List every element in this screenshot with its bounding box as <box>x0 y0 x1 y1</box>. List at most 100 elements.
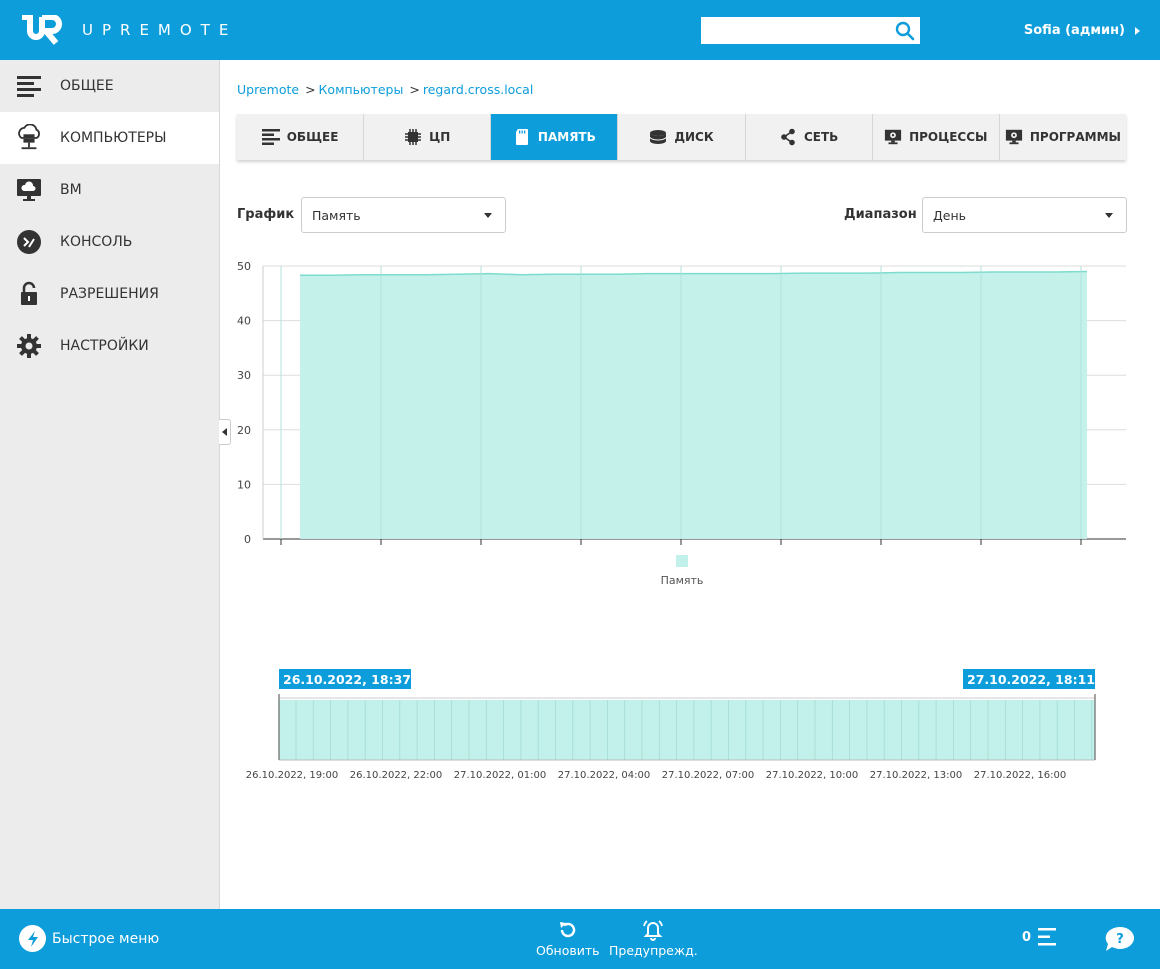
y-tick-label: 0 <box>244 533 251 546</box>
navigator-tick-label: 26.10.2022, 22:00 <box>350 770 442 781</box>
range-navigator[interactable]: 26.10.2022, 18:37 27.10.2022, 18:11 26.10.… <box>237 660 1127 790</box>
range-label: Диапазон <box>844 207 917 222</box>
tab-general[interactable]: ОБЩЕЕ <box>237 114 365 160</box>
memory-area <box>300 271 1087 539</box>
tab-cpu[interactable]: ЦП <box>364 114 492 160</box>
sidebar: ОБЩЕЕ КОМПЬЮТЕРЫ ВМ КОНСОЛЬ РАЗРЕШЕНИЯ Н… <box>0 60 220 909</box>
search-input[interactable] <box>701 17 891 44</box>
user-menu[interactable]: Sofia (админ) <box>1024 23 1140 38</box>
range-end-label: 27.10.2022, 18:11 <box>967 672 1095 687</box>
sidebar-item-label: РАЗРЕШЕНИЯ <box>60 286 159 302</box>
sidebar-item-permissions[interactable]: РАЗРЕШЕНИЯ <box>0 268 219 320</box>
chevron-down-icon <box>1105 213 1113 218</box>
sidebar-item-label: КОМПЬЮТЕРЫ <box>60 130 167 146</box>
graph-select-value: Память <box>312 207 361 223</box>
tab-network[interactable]: СЕТЬ <box>745 114 873 160</box>
tab-bar: ОБЩЕЕ ЦП ПАМЯТЬ ДИСК СЕТЬ ПРОЦЕССЫ ПРОГР… <box>237 114 1126 160</box>
list-icon <box>16 73 42 99</box>
breadcrumb-separator: > <box>409 82 420 97</box>
refresh-label: Обновить <box>536 943 600 958</box>
lightning-icon <box>19 925 46 952</box>
sidebar-item-label: ОБЩЕЕ <box>60 78 114 94</box>
sidebar-collapse-button[interactable] <box>219 419 231 445</box>
logo[interactable]: UPREMOTE <box>20 15 237 45</box>
memory-chart: 0 10 20 30 40 50 Память <box>237 260 1126 587</box>
alerts-label: Предупрежд. <box>609 943 698 958</box>
chip-icon <box>404 128 422 146</box>
refresh-icon <box>559 922 575 938</box>
tab-label: СЕТЬ <box>803 130 839 144</box>
navigator-tick-label: 26.10.2022, 19:00 <box>246 770 338 781</box>
user-name: Sofia (админ) <box>1023 23 1125 38</box>
navigator-tick-label: 27.10.2022, 16:00 <box>974 770 1066 781</box>
monitor-cloud-icon <box>16 177 42 203</box>
sidebar-item-label: ВМ <box>60 182 82 198</box>
tab-label: ПРОЦЕССЫ <box>909 130 988 144</box>
tab-label: ОБЩЕЕ <box>286 130 339 144</box>
tab-label: ПАМЯТЬ <box>537 130 596 144</box>
notification-count: 0 <box>1022 930 1032 945</box>
memory-card-icon <box>513 128 531 146</box>
bottom-bar: Быстрое меню Обновить Предупрежд. 0 ? <box>0 909 1160 969</box>
graph-label: График <box>237 207 295 222</box>
terminal-icon <box>16 229 42 255</box>
caret-right-icon <box>1135 26 1140 35</box>
sidebar-item-vm[interactable]: ВМ <box>0 164 219 216</box>
breadcrumb-link-host[interactable]: regard.cross.local <box>423 82 534 97</box>
legend-swatch <box>676 555 688 567</box>
bell-icon <box>643 920 664 941</box>
quick-menu-label: Быстрое меню <box>52 930 160 947</box>
tab-label: ДИСК <box>674 130 714 144</box>
sidebar-item-settings[interactable]: НАСТРОЙКИ <box>0 320 219 372</box>
breadcrumb-link-upremote[interactable]: Upremote <box>237 82 299 97</box>
monitor-gear-icon <box>884 128 902 146</box>
breadcrumb-link-computers[interactable]: Компьютеры <box>319 82 404 97</box>
graph-select[interactable]: Память <box>301 197 506 233</box>
navigator-tick-label: 27.10.2022, 10:00 <box>766 770 858 781</box>
top-bar: UPREMOTE Sofia (админ) <box>0 0 1160 60</box>
logo-text: UPREMOTE <box>82 21 238 39</box>
y-tick-label: 20 <box>237 424 251 437</box>
sidebar-item-general[interactable]: ОБЩЕЕ <box>0 60 219 112</box>
range-select-value: День <box>933 207 966 223</box>
y-tick-label: 30 <box>237 369 251 382</box>
search-box <box>701 17 920 44</box>
menu-icon[interactable] <box>1038 927 1058 947</box>
y-tick-label: 10 <box>237 478 251 491</box>
sidebar-item-computers[interactable]: КОМПЬЮТЕРЫ <box>0 112 219 164</box>
navigator-tick-label: 27.10.2022, 07:00 <box>662 770 754 781</box>
disk-icon <box>649 128 667 146</box>
quick-menu-button[interactable]: Быстрое меню <box>19 925 159 952</box>
svg-text:?: ? <box>1116 932 1124 947</box>
help-chat-icon[interactable]: ? <box>1104 925 1136 953</box>
tab-programs[interactable]: ПРОГРАММЫ <box>999 114 1126 160</box>
refresh-button[interactable]: Обновить <box>536 919 600 958</box>
share-icon <box>779 128 797 146</box>
y-tick-label: 50 <box>237 260 251 273</box>
sidebar-item-label: НАСТРОЙКИ <box>60 338 149 354</box>
lock-icon <box>16 281 42 307</box>
navigator-tick-label: 27.10.2022, 04:00 <box>558 770 650 781</box>
navigator-tick-label: 27.10.2022, 01:00 <box>454 770 546 781</box>
y-tick-label: 40 <box>237 315 251 328</box>
navigator-area <box>279 700 1095 760</box>
alerts-button[interactable]: Предупрежд. <box>609 919 698 958</box>
tab-label: ЦП <box>429 130 451 144</box>
chevron-down-icon <box>484 213 492 218</box>
tab-processes[interactable]: ПРОЦЕССЫ <box>872 114 1000 160</box>
search-icon[interactable] <box>895 21 915 41</box>
breadcrumb: Upremote > Компьютеры > regard.cross.loc… <box>237 82 539 97</box>
gear-icon <box>16 333 42 359</box>
tab-label: ПРОГРАММЫ <box>1029 130 1121 144</box>
monitor-gear-icon <box>1005 128 1023 146</box>
tab-disk[interactable]: ДИСК <box>618 114 746 160</box>
tab-memory[interactable]: ПАМЯТЬ <box>491 114 619 160</box>
range-select[interactable]: День <box>922 197 1127 233</box>
sidebar-item-console[interactable]: КОНСОЛЬ <box>0 216 219 268</box>
sidebar-item-label: КОНСОЛЬ <box>60 234 133 250</box>
list-icon <box>261 128 280 146</box>
range-start-label: 26.10.2022, 18:37 <box>283 672 411 687</box>
upremote-logo-icon <box>22 15 62 45</box>
cloud-server-icon <box>16 124 42 151</box>
breadcrumb-separator: > <box>305 82 316 97</box>
